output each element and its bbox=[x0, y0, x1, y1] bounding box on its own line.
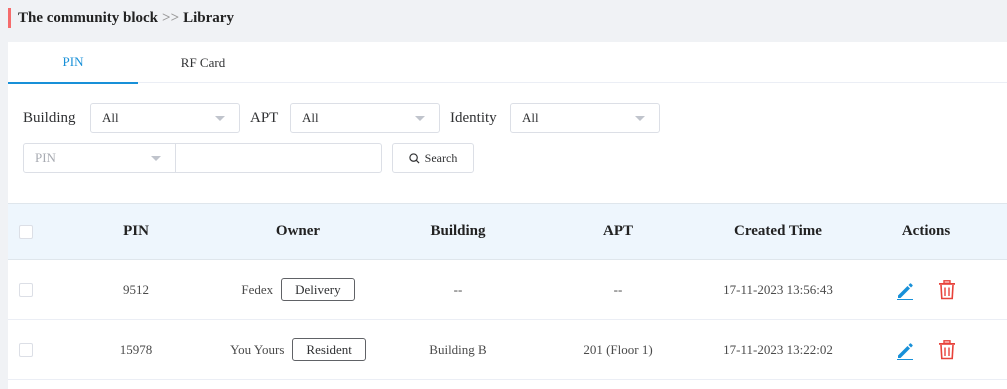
actions-cell bbox=[876, 320, 976, 379]
identity-tag: Resident bbox=[292, 338, 366, 361]
tab-rf-card[interactable]: RF Card bbox=[138, 42, 268, 83]
breadcrumb-separator: >> bbox=[162, 9, 180, 26]
search-type-value: PIN bbox=[35, 150, 56, 165]
table-header: PIN Owner Building APT Created Time Acti… bbox=[8, 203, 1007, 260]
breadcrumb-root[interactable]: The community block bbox=[18, 10, 158, 27]
table-row: 15978 You Yours Resident Building B 201 … bbox=[8, 320, 1007, 380]
search-button-label: Search bbox=[424, 150, 458, 165]
caret-down-icon bbox=[215, 116, 225, 121]
owner-name: Fedex bbox=[241, 281, 274, 297]
row-checkbox-cell bbox=[18, 260, 34, 319]
building-cell: -- bbox=[453, 281, 463, 297]
caret-down-icon bbox=[635, 116, 645, 121]
created-time-cell: 17-11-2023 13:22:02 bbox=[723, 341, 833, 357]
breadcrumb-current: Library bbox=[183, 9, 234, 26]
trash-icon[interactable] bbox=[936, 339, 958, 361]
select-all-cell bbox=[18, 204, 34, 259]
apt-cell: 201 (Floor 1) bbox=[583, 341, 653, 357]
breadcrumb: The community block >> Library bbox=[8, 8, 234, 28]
pencil-icon[interactable] bbox=[894, 279, 916, 301]
pin-table: PIN Owner Building APT Created Time Acti… bbox=[8, 203, 1007, 380]
apt-filter-label: APT bbox=[250, 109, 279, 126]
identity-filter-label: Identity bbox=[450, 109, 497, 126]
building-select-value: All bbox=[102, 110, 119, 125]
select-all-checkbox[interactable] bbox=[19, 224, 33, 239]
owner-cell: You Yours Resident bbox=[208, 320, 388, 379]
building-cell: Building B bbox=[429, 341, 487, 357]
apt-select[interactable]: All bbox=[290, 103, 440, 133]
pin-cell: 15978 bbox=[119, 341, 153, 357]
row-checkbox[interactable] bbox=[19, 342, 33, 357]
actions-cell bbox=[876, 260, 976, 319]
library-panel: PIN RF Card Building All APT All Identit… bbox=[8, 42, 1007, 389]
search-input[interactable] bbox=[175, 143, 382, 173]
search-button[interactable]: Search bbox=[392, 143, 474, 173]
owner-name: You Yours bbox=[230, 341, 285, 357]
row-checkbox-cell bbox=[18, 320, 34, 379]
column-header-pin[interactable]: PIN bbox=[86, 204, 186, 259]
apt-cell: -- bbox=[613, 281, 623, 297]
identity-tag: Delivery bbox=[281, 278, 355, 301]
pin-cell: 9512 bbox=[123, 281, 149, 297]
pencil-icon[interactable] bbox=[894, 339, 916, 361]
column-header-building[interactable]: Building bbox=[388, 204, 528, 259]
tab-bar: PIN RF Card bbox=[8, 42, 1007, 84]
caret-down-icon bbox=[415, 116, 425, 121]
building-select[interactable]: All bbox=[90, 103, 240, 133]
column-header-apt[interactable]: APT bbox=[548, 204, 688, 259]
column-header-created-time[interactable]: Created Time bbox=[688, 204, 868, 259]
identity-select-value: All bbox=[522, 110, 539, 125]
identity-select[interactable]: All bbox=[510, 103, 660, 133]
tab-pin[interactable]: PIN bbox=[8, 42, 138, 84]
created-time-cell: 17-11-2023 13:56:43 bbox=[723, 281, 833, 297]
trash-icon[interactable] bbox=[936, 279, 958, 301]
column-header-actions: Actions bbox=[901, 223, 951, 239]
caret-down-icon bbox=[151, 156, 161, 161]
apt-select-value: All bbox=[302, 110, 319, 125]
row-checkbox[interactable] bbox=[19, 282, 33, 297]
search-type-select[interactable]: PIN bbox=[23, 143, 176, 173]
building-filter-label: Building bbox=[23, 109, 76, 126]
table-row: 9512 Fedex Delivery -- -- 17-11-2023 13:… bbox=[8, 260, 1007, 320]
owner-cell: Fedex Delivery bbox=[208, 260, 388, 319]
search-icon bbox=[408, 152, 420, 164]
column-header-owner[interactable]: Owner bbox=[228, 204, 368, 259]
